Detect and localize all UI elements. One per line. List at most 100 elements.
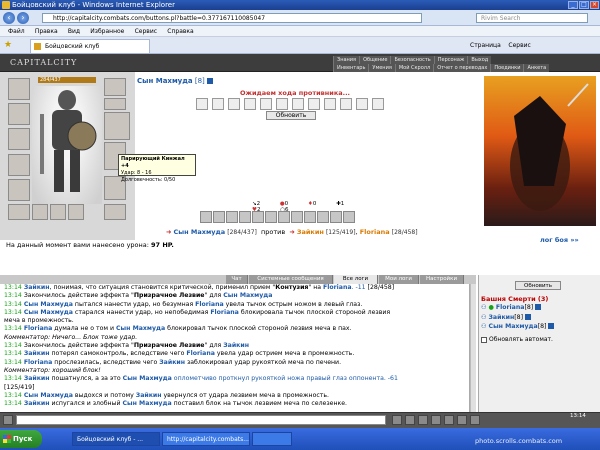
attack-zone-9[interactable]	[324, 98, 336, 110]
chat-player-name[interactable]: Floriana	[24, 325, 53, 332]
taskbar-item-ie2[interactable]: http://capitalcity.combats...	[162, 432, 250, 446]
room-refresh-button[interactable]: Обновить	[515, 281, 561, 290]
chat-mode-icon[interactable]	[3, 415, 13, 425]
attack-zone-12[interactable]	[372, 98, 384, 110]
weapon-slot[interactable]	[8, 103, 30, 125]
chat-player-name[interactable]: Floriana	[195, 301, 224, 308]
nav-my-scroll[interactable]: Мой Скролл	[394, 64, 434, 72]
ability-hit-icon[interactable]	[304, 211, 316, 223]
attack-zone-3[interactable]	[228, 98, 240, 110]
attack-zone-10[interactable]	[340, 98, 352, 110]
refresh-button[interactable]: Обновить	[266, 111, 316, 120]
chat-input[interactable]	[16, 415, 386, 425]
nav-transfers[interactable]: Отчет о переводах	[433, 64, 491, 72]
attack-zone-1[interactable]	[196, 98, 208, 110]
page-menu[interactable]: Страница	[470, 42, 501, 49]
settings-icon[interactable]	[457, 415, 467, 425]
tools-menu[interactable]: Сервис	[508, 42, 530, 49]
room-user[interactable]: ⚇ ● Floriana[8]	[481, 304, 542, 311]
chat-player-name[interactable]: Сын Махмуда	[116, 325, 165, 332]
chat-player-name[interactable]: Зайкин	[24, 375, 50, 382]
sword-slot[interactable]	[8, 128, 30, 150]
info-icon[interactable]	[548, 323, 555, 329]
ability-axe-icon[interactable]	[330, 211, 342, 223]
ability-sword-icon[interactable]	[278, 211, 290, 223]
chat-player-name[interactable]: Floriana	[210, 309, 239, 316]
armor-slot[interactable]	[8, 154, 30, 176]
ability-skull-icon[interactable]	[343, 211, 355, 223]
info-icon[interactable]	[524, 314, 531, 320]
attack-zone-2[interactable]	[212, 98, 224, 110]
bottom-slot-1[interactable]	[32, 204, 48, 220]
torso-slot[interactable]	[8, 179, 30, 201]
smile-icon[interactable]	[405, 415, 415, 425]
chat-scrollbar[interactable]	[470, 284, 476, 412]
battle-log-link[interactable]: лог боя »»	[540, 236, 579, 244]
amulet-slot[interactable]	[104, 98, 126, 110]
nav-fights[interactable]: Поединки	[490, 64, 524, 72]
tab-system-messages[interactable]: Системные сообщения	[249, 275, 333, 284]
url-field[interactable]: http://capitalcity.combats.com/buttons.p…	[42, 13, 422, 23]
ability-star-icon[interactable]	[291, 211, 303, 223]
belt-slot[interactable]	[8, 204, 30, 220]
back-icon[interactable]: ‹	[3, 12, 15, 24]
tab-my-logs[interactable]: Мои логи	[379, 275, 419, 284]
chat-player-name[interactable]: Зайкин	[223, 342, 249, 349]
ability-heart-icon[interactable]	[200, 211, 212, 223]
ability-block-icon[interactable]	[317, 211, 329, 223]
ability-cross-icon[interactable]	[213, 211, 225, 223]
attack-zone-11[interactable]	[356, 98, 368, 110]
menu-view[interactable]: Вид	[68, 26, 80, 37]
room-user[interactable]: ⚇ Зайкин[8]	[481, 314, 531, 321]
info-icon[interactable]	[535, 304, 542, 310]
menu-help[interactable]: Справка	[167, 26, 193, 37]
info-icon[interactable]	[207, 78, 213, 84]
chat-player-name[interactable]: Floriana	[323, 284, 352, 291]
versus-right2-name[interactable]: Floriana	[360, 228, 390, 236]
menu-file[interactable]: Файл	[8, 26, 25, 37]
forward-icon[interactable]: ›	[17, 12, 29, 24]
search-input[interactable]: Rivim Search	[476, 13, 588, 23]
auto-refresh-checkbox[interactable]	[481, 336, 487, 343]
chat-player-name[interactable]: Сын Махмуда	[123, 375, 172, 382]
taskbar-item-ie[interactable]: Бойцовский клуб - ...	[72, 432, 160, 446]
chat-player-name[interactable]: Сын Махмуда	[24, 309, 73, 316]
send-icon[interactable]	[392, 415, 402, 425]
chat-player-name[interactable]: Сын Махмуда	[24, 301, 73, 308]
chat-player-name[interactable]: Зайкин	[159, 359, 185, 366]
taskbar-item-3[interactable]	[252, 432, 292, 446]
player-name[interactable]: Сын Махмуда	[137, 77, 193, 85]
browser-tab[interactable]: Бойцовский клуб	[30, 39, 150, 53]
chat-player-name[interactable]: Сын Махмуда	[122, 400, 171, 407]
attack-zone-4[interactable]	[244, 98, 256, 110]
tab-chat[interactable]: Чат	[226, 275, 248, 284]
room-user[interactable]: ⚇ Сын Махмуда[8]	[481, 323, 555, 330]
helmet-slot[interactable]	[8, 78, 30, 100]
attack-zone-7[interactable]	[292, 98, 304, 110]
favorites-star-icon[interactable]: ★	[4, 40, 14, 50]
chat-player-name[interactable]: Сын Махмуда	[24, 392, 73, 399]
ability-drop-icon[interactable]	[265, 211, 277, 223]
menu-tools[interactable]: Сервис	[135, 26, 157, 37]
room-user-name[interactable]: Зайкин	[489, 314, 515, 321]
minimize-icon[interactable]: _	[568, 1, 578, 9]
menu-edit[interactable]: Правка	[35, 26, 58, 37]
nav-inventory[interactable]: Инвентарь	[333, 64, 369, 72]
chat-player-name[interactable]: Зайкин	[24, 284, 50, 291]
boots-slot[interactable]	[104, 204, 126, 220]
earring-slot[interactable]	[104, 78, 126, 96]
attack-zone-6[interactable]	[276, 98, 288, 110]
filter-icon[interactable]	[431, 415, 441, 425]
versus-left-name[interactable]: Сын Махмуда	[174, 228, 226, 236]
bottom-slot-3[interactable]	[68, 204, 84, 220]
chat-player-name[interactable]: Зайкин	[24, 400, 50, 407]
chat-player-name[interactable]: Сын Махмуда	[223, 292, 272, 299]
room-user-name[interactable]: Сын Махмуда	[489, 323, 538, 330]
ability-shield-icon[interactable]	[252, 211, 264, 223]
versus-right1-name[interactable]: Зайкин	[297, 228, 324, 236]
ring-slots[interactable]	[104, 112, 130, 140]
nav-skills[interactable]: Умения	[368, 64, 395, 72]
bottom-slot-2[interactable]	[50, 204, 66, 220]
ability-fire-icon[interactable]	[239, 211, 251, 223]
start-button[interactable]: Пуск	[0, 430, 42, 448]
